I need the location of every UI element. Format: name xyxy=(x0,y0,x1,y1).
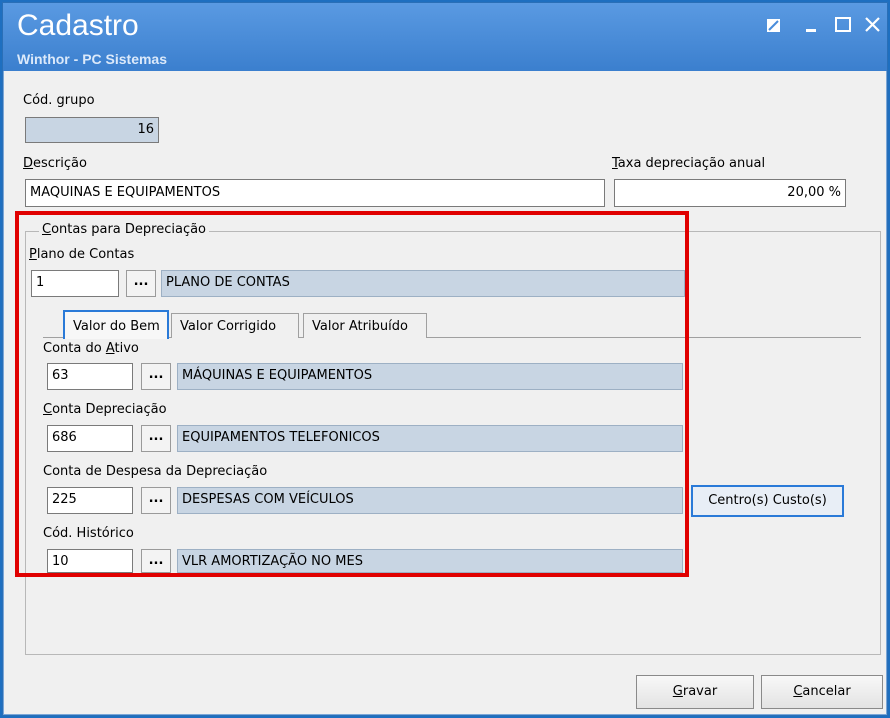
cod-grupo-label: Cód. grupo xyxy=(23,93,95,108)
cancelar-button[interactable]: Cancelar xyxy=(761,675,883,709)
taxa-label: Taxa depreciação anual xyxy=(612,156,766,171)
descricao-label: Descrição xyxy=(23,156,87,171)
close-icon[interactable] xyxy=(863,15,883,35)
title-bar[interactable]: Cadastro Winthor - PC Sistemas xyxy=(3,3,887,71)
window-subtitle: Winthor - PC Sistemas xyxy=(17,51,168,67)
maximize-icon[interactable] xyxy=(833,15,853,35)
window-title: Cadastro xyxy=(17,9,139,42)
centro-custo-button[interactable]: Centro(s) Custo(s) xyxy=(691,485,844,517)
descricao-field[interactable]: MAQUINAS E EQUIPAMENTOS xyxy=(25,179,605,207)
cod-grupo-field[interactable]: 16 xyxy=(25,117,159,143)
taxa-depreciacao-field[interactable]: 20,00 % xyxy=(614,179,846,207)
gravar-button[interactable]: Gravar xyxy=(636,675,754,709)
minimize-icon[interactable] xyxy=(803,15,823,35)
highlight-box xyxy=(15,211,689,577)
cadastro-window: Cadastro Winthor - PC Sistemas Cód. grup… xyxy=(2,2,888,716)
restore-icon[interactable] xyxy=(765,15,785,35)
